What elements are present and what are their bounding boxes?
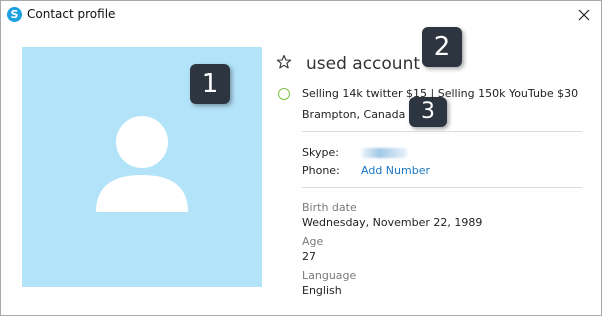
- phone-label: Phone:: [302, 164, 340, 177]
- callout-badge-3: 3: [409, 97, 447, 127]
- birth-date-value: Wednesday, November 22, 1989: [302, 216, 483, 229]
- add-number-link[interactable]: Add Number: [361, 164, 430, 177]
- callout-badge-2: 2: [422, 27, 462, 67]
- age-value: 27: [302, 250, 316, 263]
- skype-id-redacted: [361, 148, 407, 158]
- window-title: Contact profile: [27, 7, 116, 21]
- skype-logo-icon: S: [7, 7, 22, 22]
- divider: [302, 131, 582, 132]
- status-ring-icon: [278, 88, 290, 100]
- age-label: Age: [302, 235, 324, 248]
- title-bar[interactable]: S Contact profile: [1, 1, 601, 29]
- favorite-star-button[interactable]: [276, 54, 292, 70]
- location-text: Brampton, Canada: [302, 108, 406, 121]
- close-icon: [578, 9, 590, 21]
- birth-date-label: Birth date: [302, 201, 357, 214]
- close-button[interactable]: [573, 4, 595, 26]
- mood-message: Selling 14k twitter $15 | Selling 150k Y…: [302, 87, 579, 100]
- contact-display-name: used account: [306, 54, 421, 74]
- skype-label: Skype:: [302, 146, 339, 159]
- contact-profile-window: S Contact profile 1 2 3 used account Sel…: [0, 0, 602, 316]
- language-label: Language: [302, 269, 357, 282]
- language-value: English: [302, 284, 342, 297]
- callout-badge-1: 1: [190, 64, 230, 104]
- divider: [302, 187, 582, 188]
- star-outline-icon: [276, 54, 292, 69]
